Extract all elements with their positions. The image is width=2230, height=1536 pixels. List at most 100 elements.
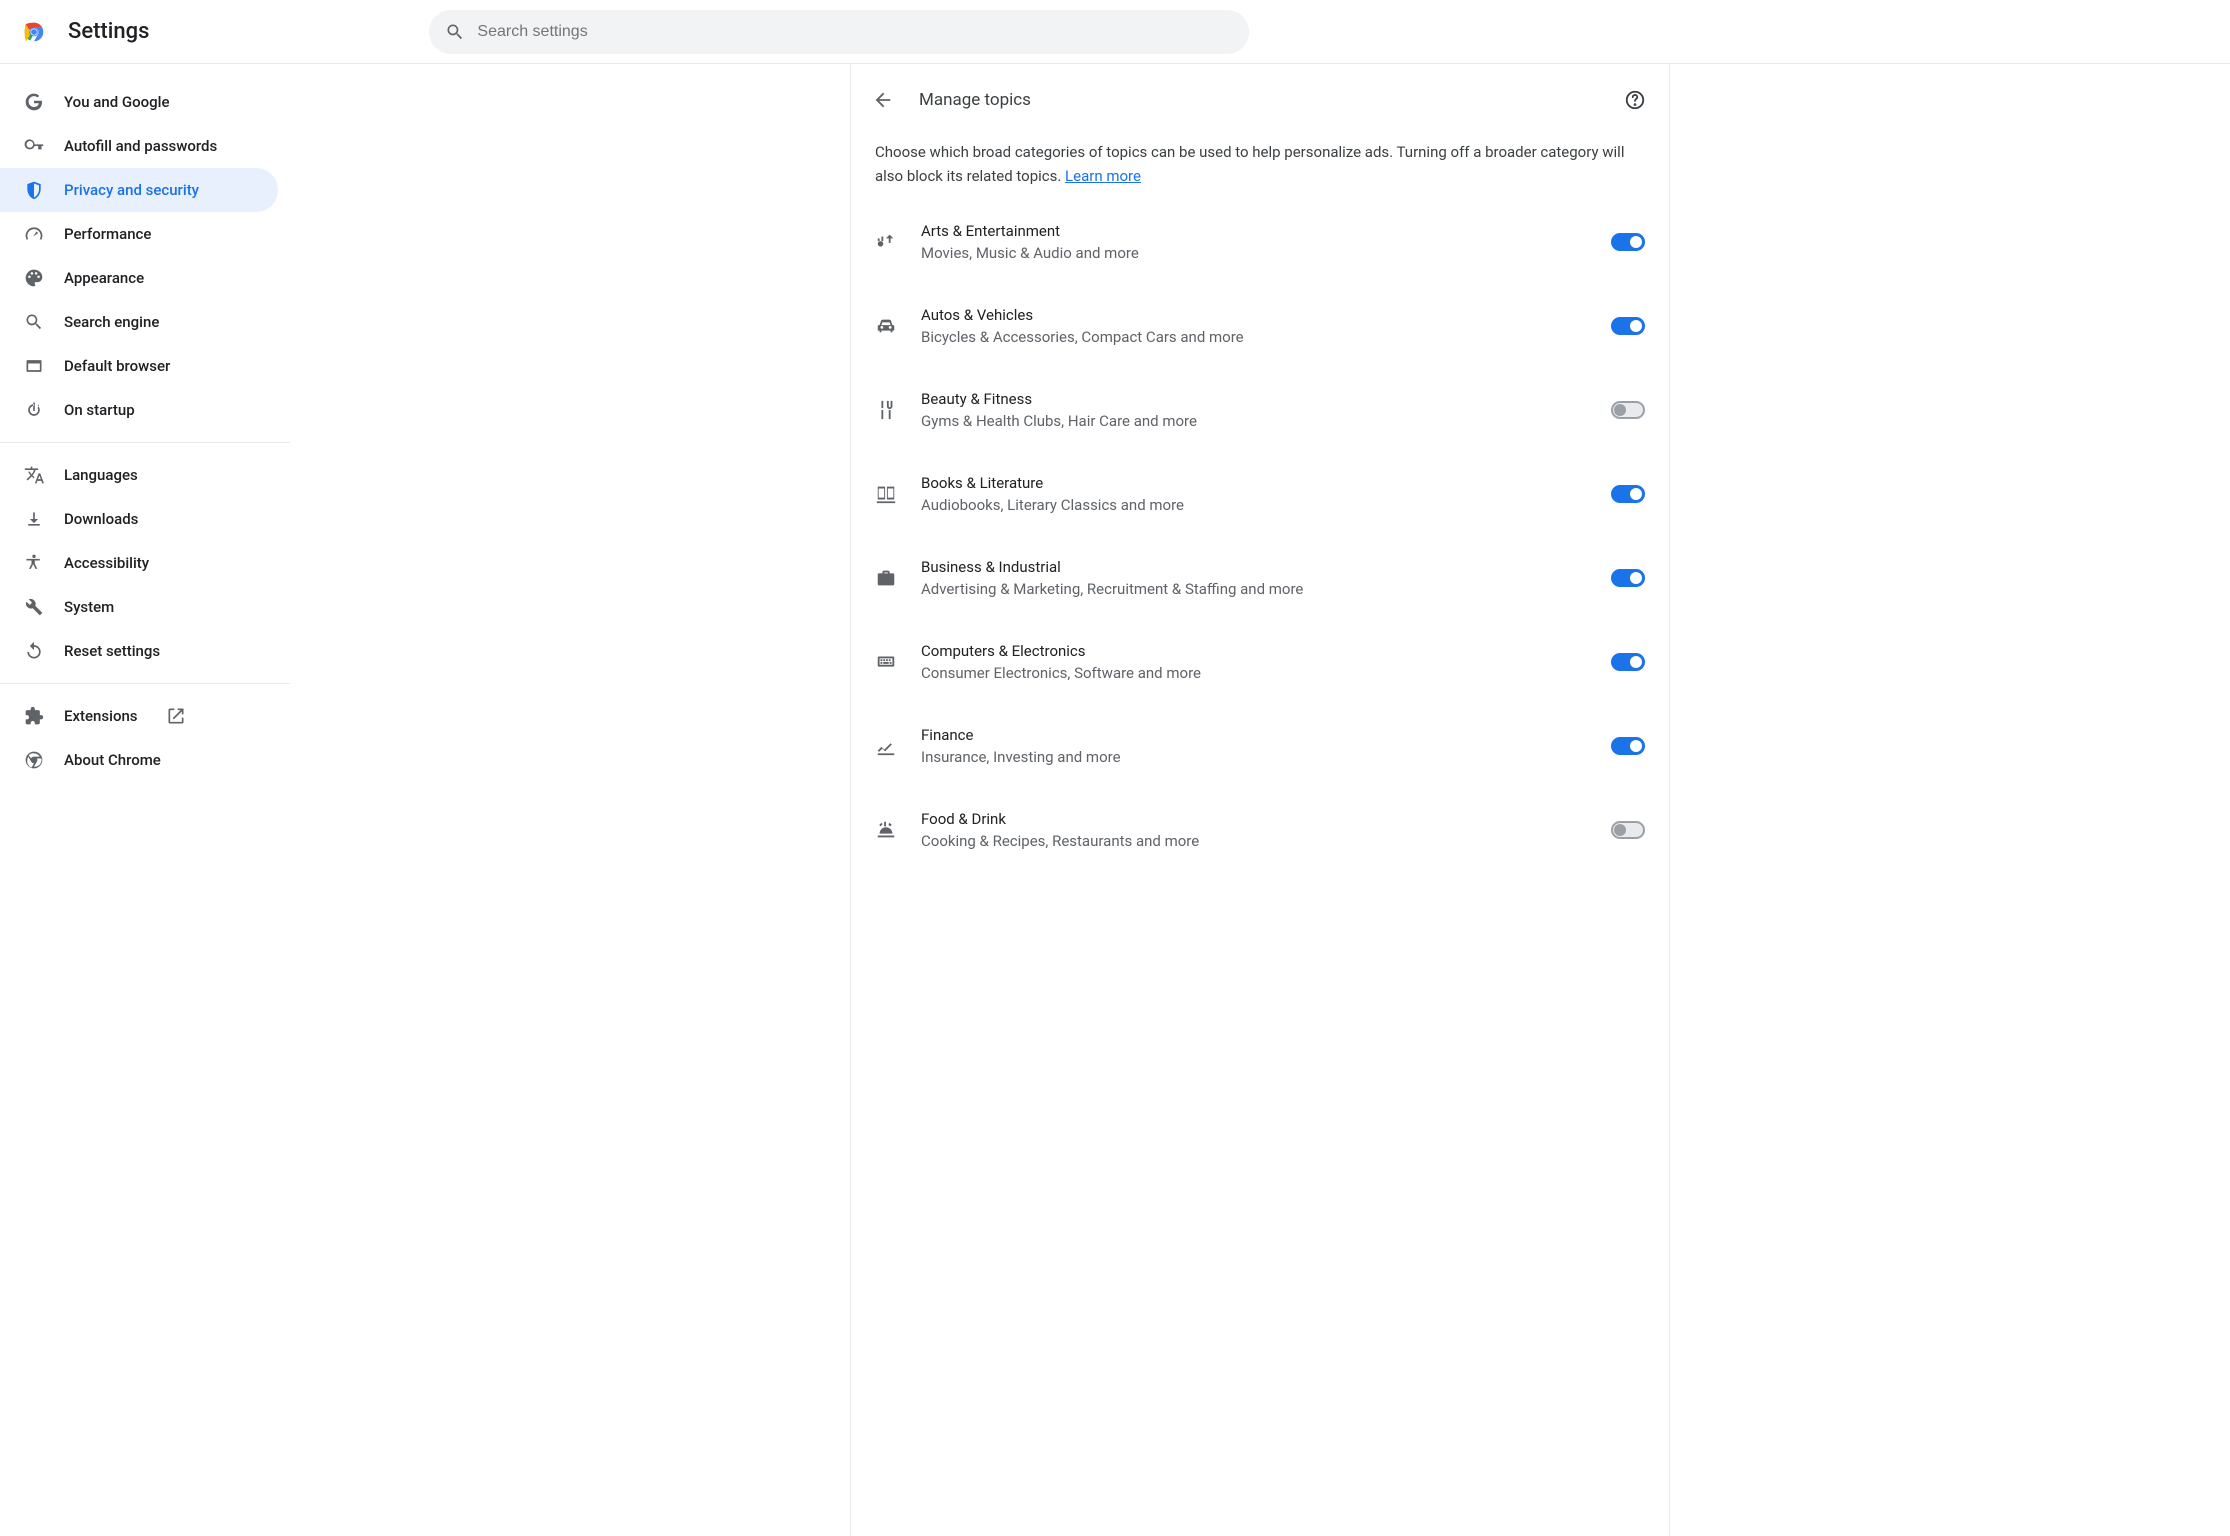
sidebar-item-appearance[interactable]: Appearance	[0, 256, 278, 300]
topic-subtitle: Movies, Music & Audio and more	[921, 244, 1587, 262]
sidebar-item-label: Default browser	[64, 357, 170, 375]
topic-title: Finance	[921, 726, 1587, 744]
topic-title: Books & Literature	[921, 474, 1587, 492]
topic-title: Business & Industrial	[921, 558, 1587, 576]
back-button[interactable]	[865, 82, 901, 118]
sidebar-item-search-engine[interactable]: Search engine	[0, 300, 278, 344]
learn-more-link[interactable]: Learn more	[1065, 167, 1141, 185]
topic-title: Computers & Electronics	[921, 642, 1587, 660]
topic-subtitle: Audiobooks, Literary Classics and more	[921, 496, 1587, 514]
sidebar-item-performance[interactable]: Performance	[0, 212, 278, 256]
accessibility-icon	[24, 553, 44, 573]
sidebar-item-about[interactable]: About Chrome	[0, 738, 278, 782]
topic-text: Food & DrinkCooking & Recipes, Restauran…	[921, 810, 1587, 850]
books-icon	[875, 483, 897, 505]
topic-subtitle: Gyms & Health Clubs, Hair Care and more	[921, 412, 1587, 430]
wrench-icon	[24, 597, 44, 617]
page-header: Manage topics	[851, 64, 1669, 136]
arrow-back-icon	[872, 89, 894, 111]
app-title: Settings	[68, 19, 149, 44]
topic-subtitle: Advertising & Marketing, Recruitment & S…	[921, 580, 1587, 598]
topic-text: Beauty & Fitness Gyms & Health Clubs, Hai…	[921, 390, 1587, 430]
topic-toggle-arts[interactable]	[1611, 233, 1645, 251]
content-area: Manage topics Choose which broad categor…	[290, 64, 2230, 1536]
settings-page-card: Manage topics Choose which broad categor…	[850, 64, 1670, 1536]
topic-toggle-autos[interactable]	[1611, 317, 1645, 335]
topic-row-food: Food & DrinkCooking & Recipes, Restauran…	[851, 788, 1669, 872]
topic-title: Autos & Vehicles	[921, 306, 1587, 324]
chrome-logo-icon	[20, 18, 48, 46]
download-icon	[24, 509, 44, 529]
search-icon	[445, 22, 465, 42]
chrome-outline-icon	[24, 750, 44, 770]
sidebar-item-label: On startup	[64, 401, 135, 419]
shield-icon	[24, 180, 44, 200]
topic-list: Arts & EntertainmentMovies, Music & Audi…	[851, 200, 1669, 872]
search-settings-field[interactable]	[429, 10, 1249, 54]
sidebar-item-privacy[interactable]: Privacy and security	[0, 168, 278, 212]
topic-text: Finance Insurance, Investing and more	[921, 726, 1587, 766]
help-button[interactable]	[1621, 86, 1649, 114]
sidebar-item-label: Accessibility	[64, 554, 149, 572]
topic-row-business: Business & Industrial Advertising & Marke…	[851, 536, 1669, 620]
sidebar-item-label: System	[64, 598, 114, 616]
sidebar-item-label: Extensions	[64, 707, 138, 725]
topic-text: Business & Industrial Advertising & Marke…	[921, 558, 1587, 598]
arts-icon	[875, 231, 897, 253]
topic-row-beauty: Beauty & Fitness Gyms & Health Clubs, Hai…	[851, 368, 1669, 452]
topic-subtitle: Insurance, Investing and more	[921, 748, 1587, 766]
topic-subtitle: Consumer Electronics, Software and more	[921, 664, 1587, 682]
topic-toggle-computers[interactable]	[1611, 653, 1645, 671]
power-icon	[24, 400, 44, 420]
app-header: Settings	[0, 0, 2230, 64]
sidebar-item-label: Downloads	[64, 510, 138, 528]
sidebar-item-label: Search engine	[64, 313, 159, 331]
topic-row-finance: Finance Insurance, Investing and more	[851, 704, 1669, 788]
sidebar-item-downloads[interactable]: Downloads	[0, 497, 278, 541]
sidebar-item-languages[interactable]: Languages	[0, 453, 278, 497]
extension-icon	[24, 706, 44, 726]
sidebar-item-autofill[interactable]: Autofill and passwords	[0, 124, 278, 168]
browser-icon	[24, 356, 44, 376]
autos-icon	[875, 315, 897, 337]
reset-icon	[24, 641, 44, 661]
topic-text: Computers & Electronics Consumer Electron…	[921, 642, 1587, 682]
translate-icon	[24, 465, 44, 485]
sidebar-divider	[0, 683, 290, 684]
topic-row-computers: Computers & Electronics Consumer Electron…	[851, 620, 1669, 704]
topic-row-books: Books & Literature Audiobooks, Literary C…	[851, 452, 1669, 536]
sidebar-item-you-and-google[interactable]: You and Google	[0, 80, 278, 124]
topic-subtitle: Cooking & Recipes, Restaurants and more	[921, 832, 1587, 850]
sidebar-item-label: About Chrome	[64, 751, 161, 769]
sidebar-item-label: Reset settings	[64, 642, 160, 660]
speedometer-icon	[24, 224, 44, 244]
food-icon	[875, 819, 897, 841]
topic-row-arts: Arts & EntertainmentMovies, Music & Audi…	[851, 200, 1669, 284]
business-icon	[875, 567, 897, 589]
search-input[interactable]	[477, 23, 1233, 41]
open-in-new-icon	[166, 706, 186, 726]
topic-toggle-business[interactable]	[1611, 569, 1645, 587]
sidebar-item-label: Autofill and passwords	[64, 137, 217, 155]
sidebar-item-system[interactable]: System	[0, 585, 278, 629]
topic-toggle-books[interactable]	[1611, 485, 1645, 503]
sidebar-item-default-browser[interactable]: Default browser	[0, 344, 278, 388]
sidebar-item-extensions[interactable]: Extensions	[0, 694, 278, 738]
topic-toggle-food[interactable]	[1611, 821, 1645, 839]
computers-icon	[875, 651, 897, 673]
topic-title: Beauty & Fitness	[921, 390, 1587, 408]
sidebar-item-label: Privacy and security	[64, 181, 199, 199]
topic-toggle-finance[interactable]	[1611, 737, 1645, 755]
page-title: Manage topics	[919, 90, 1603, 110]
sidebar-item-label: Appearance	[64, 269, 144, 287]
sidebar-item-on-startup[interactable]: On startup	[0, 388, 278, 432]
search-icon	[24, 312, 44, 332]
topic-toggle-beauty[interactable]	[1611, 401, 1645, 419]
palette-icon	[24, 268, 44, 288]
sidebar-item-label: Performance	[64, 225, 151, 243]
beauty-icon	[875, 399, 897, 421]
topic-text: Books & Literature Audiobooks, Literary C…	[921, 474, 1587, 514]
sidebar-item-reset[interactable]: Reset settings	[0, 629, 278, 673]
topic-text: Autos & VehiclesBicycles & Accessories, …	[921, 306, 1587, 346]
sidebar-item-accessibility[interactable]: Accessibility	[0, 541, 278, 585]
